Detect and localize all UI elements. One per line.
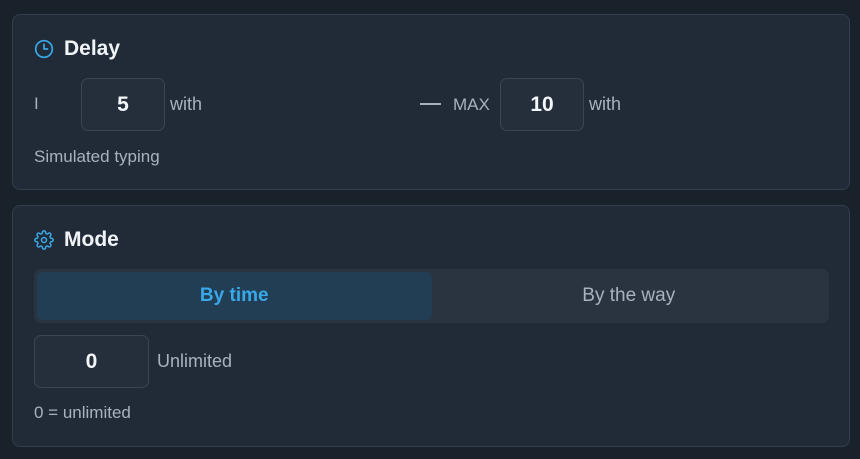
delay-min-unit-label: with	[170, 94, 203, 114]
delay-max-label: MAX	[453, 95, 490, 114]
mode-header: Mode	[34, 228, 119, 252]
delay-header: Delay	[34, 37, 120, 61]
delay-min-input[interactable]: 5	[81, 78, 165, 131]
delay-card: Delay I 5 with MAX 10 with Simulated typ…	[12, 14, 850, 190]
range-dash	[420, 103, 441, 105]
delay-max-input[interactable]: 10	[500, 78, 584, 131]
mode-option-by-the-way[interactable]: By the way	[432, 272, 827, 320]
mode-segmented-control: By time By the way	[34, 269, 829, 323]
gear-icon	[34, 230, 54, 250]
mode-limit-input[interactable]: 0	[34, 335, 149, 388]
mode-hint: 0 = unlimited	[34, 403, 131, 422]
mode-limit-label: Unlimited	[157, 351, 233, 371]
delay-title: Delay	[64, 37, 121, 60]
mode-card: Mode By time By the way 0 Unlimited 0 = …	[12, 205, 850, 447]
delay-prefix-label: I	[34, 94, 39, 113]
mode-option-by-time[interactable]: By time	[37, 272, 432, 320]
mode-title: Mode	[64, 228, 119, 251]
delay-hint: Simulated typing	[34, 147, 160, 166]
clock-icon	[34, 39, 54, 59]
delay-max-unit-label: with	[589, 94, 622, 114]
